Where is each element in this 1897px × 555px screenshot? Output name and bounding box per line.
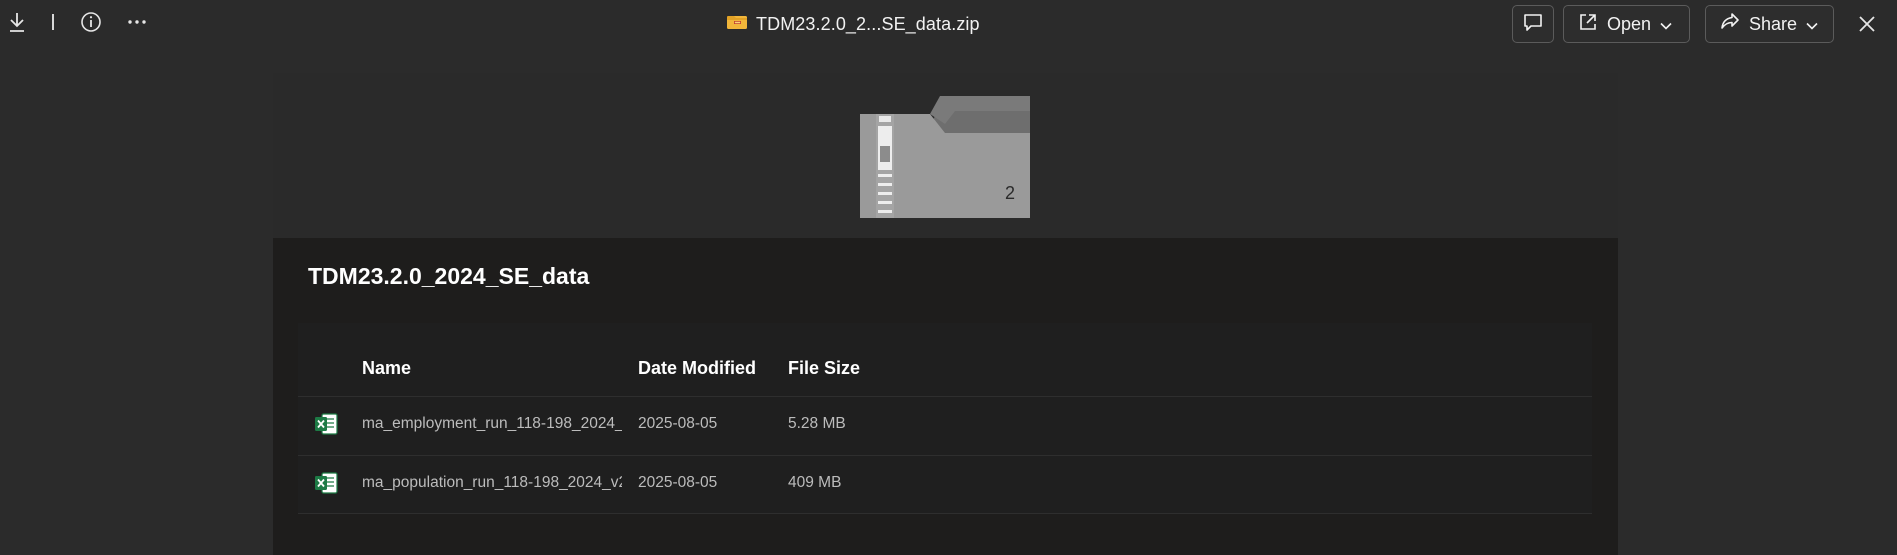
download-icon[interactable] — [6, 10, 28, 34]
open-label: Open — [1607, 13, 1652, 34]
top-toolbar: TDM23.2.0_2...SE_data.zip Open Share — [0, 0, 1897, 48]
column-header-date-modified[interactable]: Date Modified — [638, 358, 756, 379]
file-list-table: Name Date Modified File Size ma_employme… — [298, 323, 1592, 514]
file-size: 409 MB — [788, 474, 842, 491]
close-icon[interactable] — [1855, 12, 1879, 36]
open-external-icon — [1578, 12, 1598, 37]
row-divider — [298, 513, 1592, 514]
open-button[interactable]: Open — [1563, 5, 1690, 43]
item-count-badge: 2 — [1005, 183, 1016, 203]
column-header-file-size[interactable]: File Size — [788, 358, 860, 379]
table-row[interactable]: ma_employment_run_118-198_2024_v2 2025-0… — [298, 397, 1592, 455]
file-name: ma_employment_run_118-198_2024_v2 — [362, 415, 622, 432]
chevron-down-icon — [1806, 14, 1818, 35]
share-button[interactable]: Share — [1705, 5, 1834, 43]
file-title: TDM23.2.0_2...SE_data.zip — [726, 10, 980, 38]
zip-folder-icon — [726, 14, 748, 35]
toolbar-separator — [52, 14, 54, 30]
archive-panel: 2 TDM23.2.0_2024_SE_data Name Date Modif… — [273, 73, 1618, 555]
file-date-modified: 2025-08-05 — [638, 415, 718, 432]
file-date-modified: 2025-08-05 — [638, 474, 718, 491]
excel-icon — [314, 412, 338, 436]
share-label: Share — [1749, 13, 1798, 34]
file-size: 5.28 MB — [788, 415, 846, 432]
table-row[interactable]: ma_population_run_118-198_2024_v202 2025… — [298, 456, 1592, 514]
comment-button[interactable] — [1512, 5, 1554, 43]
info-icon[interactable] — [80, 10, 102, 34]
column-header-name[interactable]: Name — [362, 358, 411, 379]
excel-icon — [314, 471, 338, 495]
share-icon — [1720, 12, 1740, 37]
file-title-text: TDM23.2.0_2...SE_data.zip — [756, 13, 980, 34]
archive-preview-header: 2 — [273, 73, 1618, 238]
comment-icon — [1522, 11, 1544, 38]
more-icon[interactable] — [126, 10, 148, 34]
chevron-down-icon — [1660, 14, 1672, 35]
folder-title: TDM23.2.0_2024_SE_data — [308, 263, 590, 289]
file-name: ma_population_run_118-198_2024_v202 — [362, 474, 622, 491]
